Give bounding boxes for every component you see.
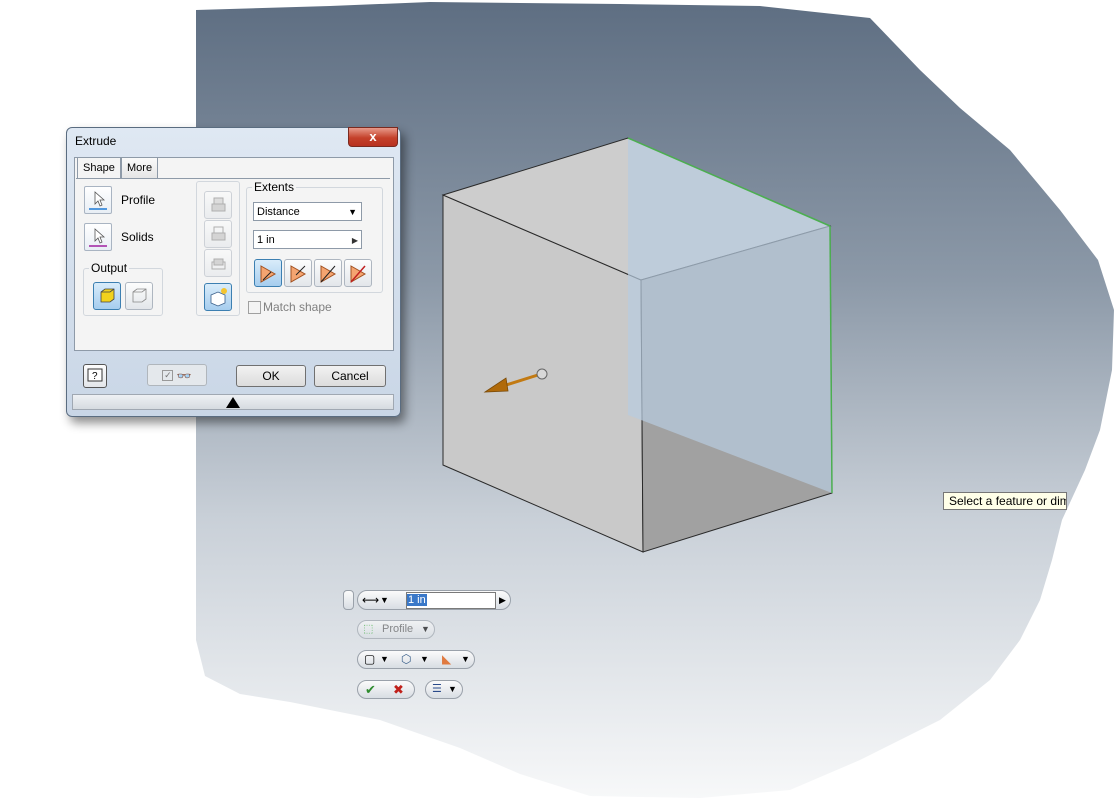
minitoolbar-menu-button[interactable]: ☰ ▼ <box>425 680 463 699</box>
ok-check-icon[interactable]: ✔ <box>365 681 376 698</box>
cursor-icon <box>89 191 107 210</box>
chevron-down-icon: ▼ <box>421 624 430 634</box>
ok-button[interactable]: OK <box>236 365 306 387</box>
minitoolbar-confirm-row: ✔ ✖ <box>357 680 415 699</box>
output-surface-button[interactable] <box>125 282 153 310</box>
profile-label: Profile <box>121 193 156 207</box>
close-button[interactable]: x <box>348 127 398 147</box>
new-solid-icon <box>210 288 227 307</box>
checkbox-icon: ✓ <box>162 370 174 382</box>
distance-icon: ⟷ <box>362 593 380 607</box>
chevron-down-icon: ▼ <box>448 684 457 694</box>
minitoolbar-options-row: ▢ ▼ ⬡ ▼ ◣ ▼ <box>357 650 475 669</box>
glasses-icon: 👓 <box>176 368 192 383</box>
solids-select-button[interactable] <box>84 223 112 251</box>
intersect-button[interactable] <box>204 249 232 277</box>
solids-label: Solids <box>121 230 154 244</box>
intersect-icon <box>211 258 226 270</box>
chevron-down-icon[interactable]: ▼ <box>380 651 389 668</box>
tooltip: Select a feature or dime <box>943 492 1067 510</box>
chevron-down-icon: ▼ <box>348 207 357 217</box>
chevron-down-icon[interactable]: ▼ <box>380 592 389 609</box>
expand-arrow-icon <box>226 397 240 408</box>
solid-icon <box>100 288 115 303</box>
direction-asymmetric-button[interactable] <box>344 259 372 287</box>
direction-symmetric-button[interactable] <box>314 259 342 287</box>
minitoolbar-grip[interactable] <box>343 590 354 610</box>
cut-button[interactable] <box>204 220 232 248</box>
shape-panel: Profile Solids Output Extents Distance ▼… <box>76 178 390 349</box>
chevron-down-icon[interactable]: ▼ <box>420 651 429 668</box>
match-shape-checkbox[interactable] <box>248 301 261 314</box>
distance-input[interactable]: 1 in ▶ <box>253 230 362 249</box>
direction-flip-icon <box>290 265 307 283</box>
tab-shape[interactable]: Shape <box>77 157 121 179</box>
dialog-title: Extrude <box>75 134 117 148</box>
chevron-right-icon[interactable]: ▶ <box>499 592 506 609</box>
preview-toggle-button[interactable]: ✓ 👓 <box>147 364 207 386</box>
minitoolbar-distance-row: ⟷ ▼ 1 in ▶ <box>357 590 511 610</box>
cursor-icon <box>89 228 107 247</box>
tab-more[interactable]: More <box>121 157 159 178</box>
extrude-dialog: Extrude x Shape More Profile Solids Outp… <box>66 127 401 417</box>
minitoolbar-distance-value: 1 in <box>407 594 427 606</box>
surface-icon <box>132 288 147 303</box>
match-shape-label: Match shape <box>263 300 332 314</box>
join-button[interactable] <box>204 191 232 219</box>
direction-flipped-button[interactable] <box>284 259 312 287</box>
distance-value: 1 in <box>257 234 275 246</box>
minitoolbar-distance-input[interactable]: 1 in <box>406 592 496 609</box>
extents-type-value: Distance <box>257 206 300 218</box>
output-solid-button[interactable] <box>93 282 121 310</box>
direction-symmetric-icon <box>320 265 337 283</box>
help-button[interactable]: ? <box>83 364 107 388</box>
chevron-down-icon[interactable]: ▼ <box>461 651 470 668</box>
direction-asymmetric-icon <box>350 265 367 283</box>
dialog-body: Shape More Profile Solids Output Extents… <box>74 157 394 351</box>
help-icon: ? <box>87 368 103 382</box>
list-menu-icon: ☰ <box>432 683 442 695</box>
minitoolbar-profile-button[interactable]: ⬚ Profile ▼ <box>357 620 435 639</box>
direction-icon[interactable]: ◣ <box>442 651 451 668</box>
profile-select-icon: ⬚ <box>363 623 374 635</box>
output-label: Output <box>89 261 130 275</box>
solid-output-icon[interactable]: ▢ <box>364 651 375 668</box>
svg-text:?: ? <box>92 371 98 382</box>
extents-label: Extents <box>252 180 297 194</box>
cancel-x-icon[interactable]: ✖ <box>393 681 404 698</box>
new-solid-button[interactable] <box>204 283 232 311</box>
dialog-expander-bar[interactable] <box>72 394 394 410</box>
minitoolbar-profile-label: Profile <box>382 623 414 635</box>
new-solid-icon[interactable]: ⬡ <box>401 651 411 668</box>
extents-type-dropdown[interactable]: Distance ▼ <box>253 202 362 221</box>
direction-icon <box>260 265 277 283</box>
profile-select-button[interactable] <box>84 186 112 214</box>
cut-icon <box>211 226 226 241</box>
chevron-right-icon: ▶ <box>351 236 358 245</box>
cancel-button[interactable]: Cancel <box>314 365 386 387</box>
direction-default-button[interactable] <box>254 259 282 287</box>
join-icon <box>211 197 226 212</box>
